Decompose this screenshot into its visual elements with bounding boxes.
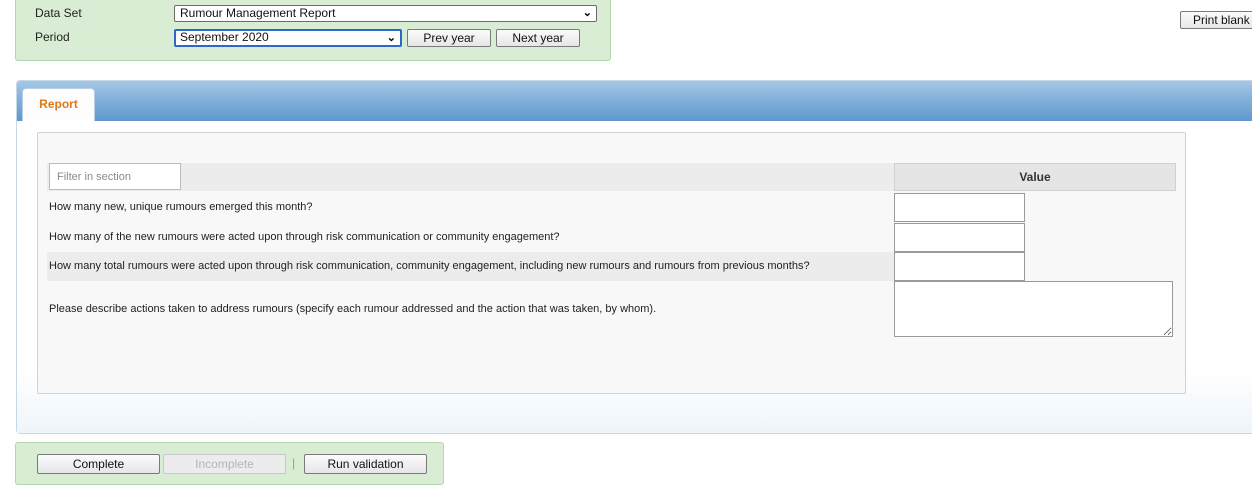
question-label: How many new, unique rumours emerged thi…	[49, 201, 313, 213]
chevron-down-icon: ⌄	[582, 7, 592, 19]
chevron-down-icon: ⌄	[386, 32, 396, 44]
filter-in-section-input[interactable]	[49, 163, 181, 190]
question-row: How many total rumours were acted upon t…	[47, 252, 895, 281]
print-blank-button[interactable]: Print blank	[1180, 11, 1252, 29]
question-label: How many total rumours were acted upon t…	[49, 260, 810, 272]
value-column-header: Value	[894, 163, 1176, 191]
tab-strip	[17, 81, 1252, 121]
dataset-selection-panel: Data Set Rumour Management Report ⌄ Peri…	[15, 0, 611, 61]
report-panel: Report Value How many new, unique rumour…	[16, 80, 1252, 434]
period-value: September 2020	[180, 30, 269, 44]
incomplete-button: Incomplete	[163, 454, 286, 474]
new-rumours-count-input[interactable]	[894, 193, 1025, 222]
next-year-button[interactable]: Next year	[496, 29, 580, 47]
question-label: Please describe actions taken to address…	[49, 303, 657, 315]
data-set-label: Data Set	[35, 6, 82, 20]
question-row: Please describe actions taken to address…	[47, 281, 895, 337]
total-rumours-acted-input[interactable]	[894, 252, 1025, 281]
rumours-acted-upon-input[interactable]	[894, 223, 1025, 252]
period-label: Period	[35, 30, 70, 44]
report-section: Value How many new, unique rumours emerg…	[37, 132, 1186, 394]
run-validation-button[interactable]: Run validation	[304, 454, 427, 474]
period-select[interactable]: September 2020 ⌄	[174, 29, 402, 47]
complete-button[interactable]: Complete	[37, 454, 160, 474]
separator: |	[292, 456, 296, 470]
tab-report[interactable]: Report	[22, 88, 95, 121]
data-set-value: Rumour Management Report	[180, 6, 336, 20]
actions-description-textarea[interactable]	[894, 281, 1173, 337]
data-set-select[interactable]: Rumour Management Report ⌄	[174, 5, 597, 22]
question-label: How many of the new rumours were acted u…	[49, 231, 560, 243]
question-row: How many new, unique rumours emerged thi…	[47, 194, 895, 222]
completion-actions-panel: Complete Incomplete | Run validation	[15, 442, 444, 485]
prev-year-button[interactable]: Prev year	[407, 29, 491, 47]
question-row: How many of the new rumours were acted u…	[47, 223, 895, 251]
